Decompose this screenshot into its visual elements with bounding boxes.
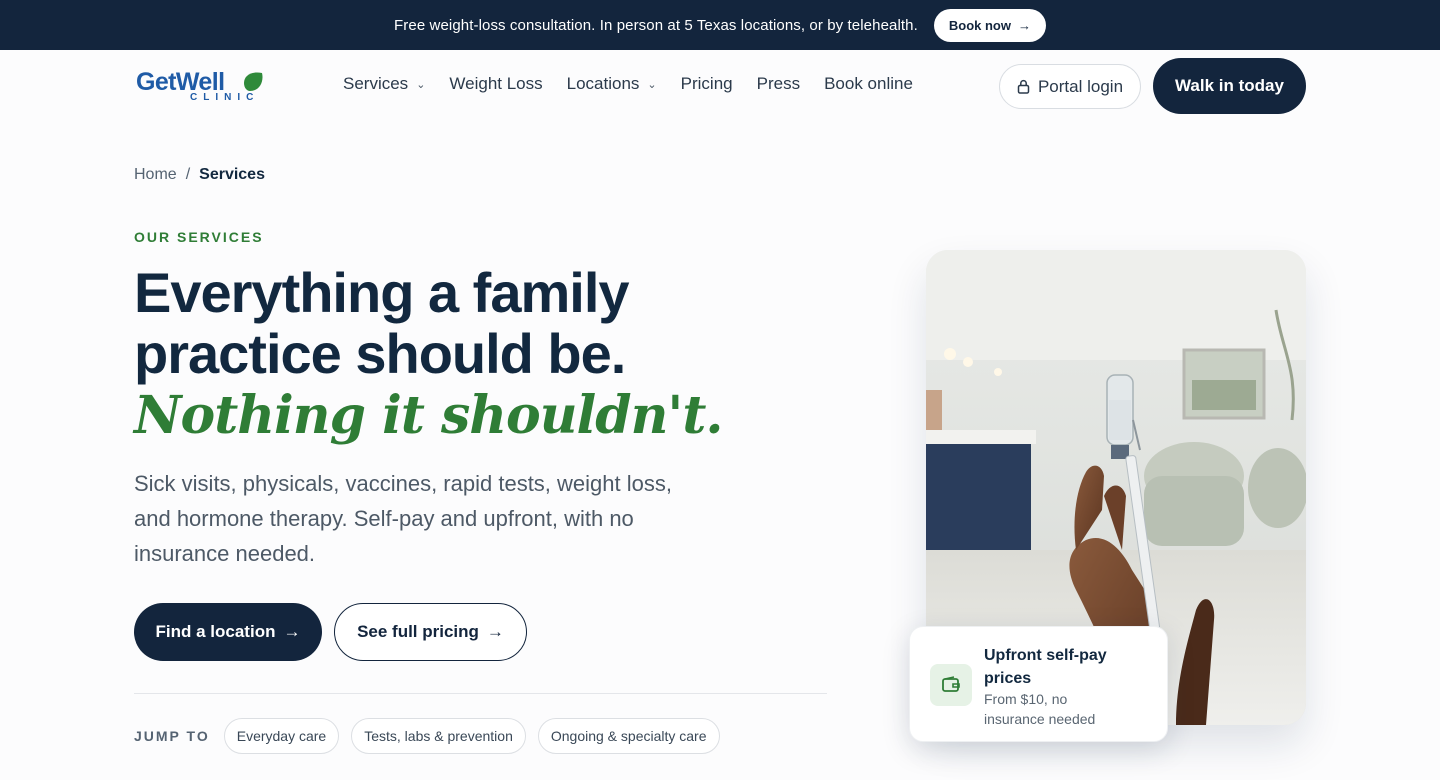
announcement-bar: Free weight-loss consultation. In person… [0,0,1440,50]
lock-icon [1017,79,1030,94]
hero-lede: Sick visits, physicals, vaccines, rapid … [134,471,672,566]
main-nav: GetWell CLINIC Services ⌄ Weight Loss Lo… [0,50,1440,122]
hero-eyebrow: OUR SERVICES [134,229,264,245]
breadcrumb-current: Services [199,166,265,183]
price-card-title: Upfront self-pay prices [984,647,1107,687]
nav-item-services[interactable]: Services ⌄ [343,74,425,94]
find-location-button[interactable]: Find a location → [134,603,322,661]
price-card-subtitle: From $10, no insurance needed [984,691,1096,727]
section-divider [134,693,827,694]
breadcrumb-separator: / [185,166,191,183]
nav-item-label: Pricing [680,74,733,93]
announcement-text: Free weight-loss consultation. In person… [394,16,918,34]
nav-menu: Services ⌄ Weight Loss Locations ⌄ Prici… [343,74,913,94]
book-now-label: Book now [948,17,1011,33]
jump-chip-everyday-care[interactable]: Everyday care [223,718,340,754]
find-location-label: Find a location [155,622,276,641]
chevron-down-icon: ⌄ [416,78,426,91]
brand-subtitle: CLINIC [190,92,260,103]
breadcrumb: Home / Services [134,166,265,184]
arrow-right-icon: → [283,622,301,641]
nav-item-label: Services [343,74,409,93]
breadcrumb-home[interactable]: Home [134,166,177,184]
jump-to-bar: JUMP TO Everyday care Tests, labs & prev… [134,718,720,754]
headline-line-2: practice should be. [134,322,626,385]
jump-chip-tests-labs[interactable]: Tests, labs & prevention [351,718,526,754]
price-card: Upfront self-pay prices From $10, no ins… [909,626,1168,742]
hero-headline: Everything a family practice should be. [134,261,630,385]
nav-item-label: Book online [824,74,913,93]
nav-item-pricing[interactable]: Pricing [681,74,733,94]
leaf-icon [244,72,263,91]
arrow-right-icon: → [486,622,504,641]
portal-login-button[interactable]: Portal login [999,64,1141,109]
nav-item-weight-loss[interactable]: Weight Loss [449,74,542,94]
see-pricing-label: See full pricing [357,622,479,641]
nav-item-label: Locations [566,74,640,93]
see-pricing-button[interactable]: See full pricing → [334,603,527,661]
walk-in-button[interactable]: Walk in today [1153,58,1306,114]
portal-login-label: Portal login [1037,76,1124,96]
jump-to-label: JUMP TO [134,728,210,744]
brand-logo[interactable]: GetWell CLINIC [136,68,266,104]
wallet-icon [930,664,972,706]
arrow-right-icon: → [1017,17,1031,33]
nav-item-locations[interactable]: Locations ⌄ [567,74,657,94]
book-now-button[interactable]: Book now → [933,8,1046,42]
nav-item-book-online[interactable]: Book online [824,74,913,94]
nav-item-label: Weight Loss [449,74,543,93]
headline-line-1: Everything a family [134,261,630,324]
chevron-down-icon: ⌄ [647,78,657,91]
nav-item-label: Press [756,74,801,93]
nav-item-press[interactable]: Press [757,74,800,94]
jump-chip-specialty-care[interactable]: Ongoing & specialty care [537,718,720,754]
headline-accent: Nothing it shouldn't. [134,385,723,446]
